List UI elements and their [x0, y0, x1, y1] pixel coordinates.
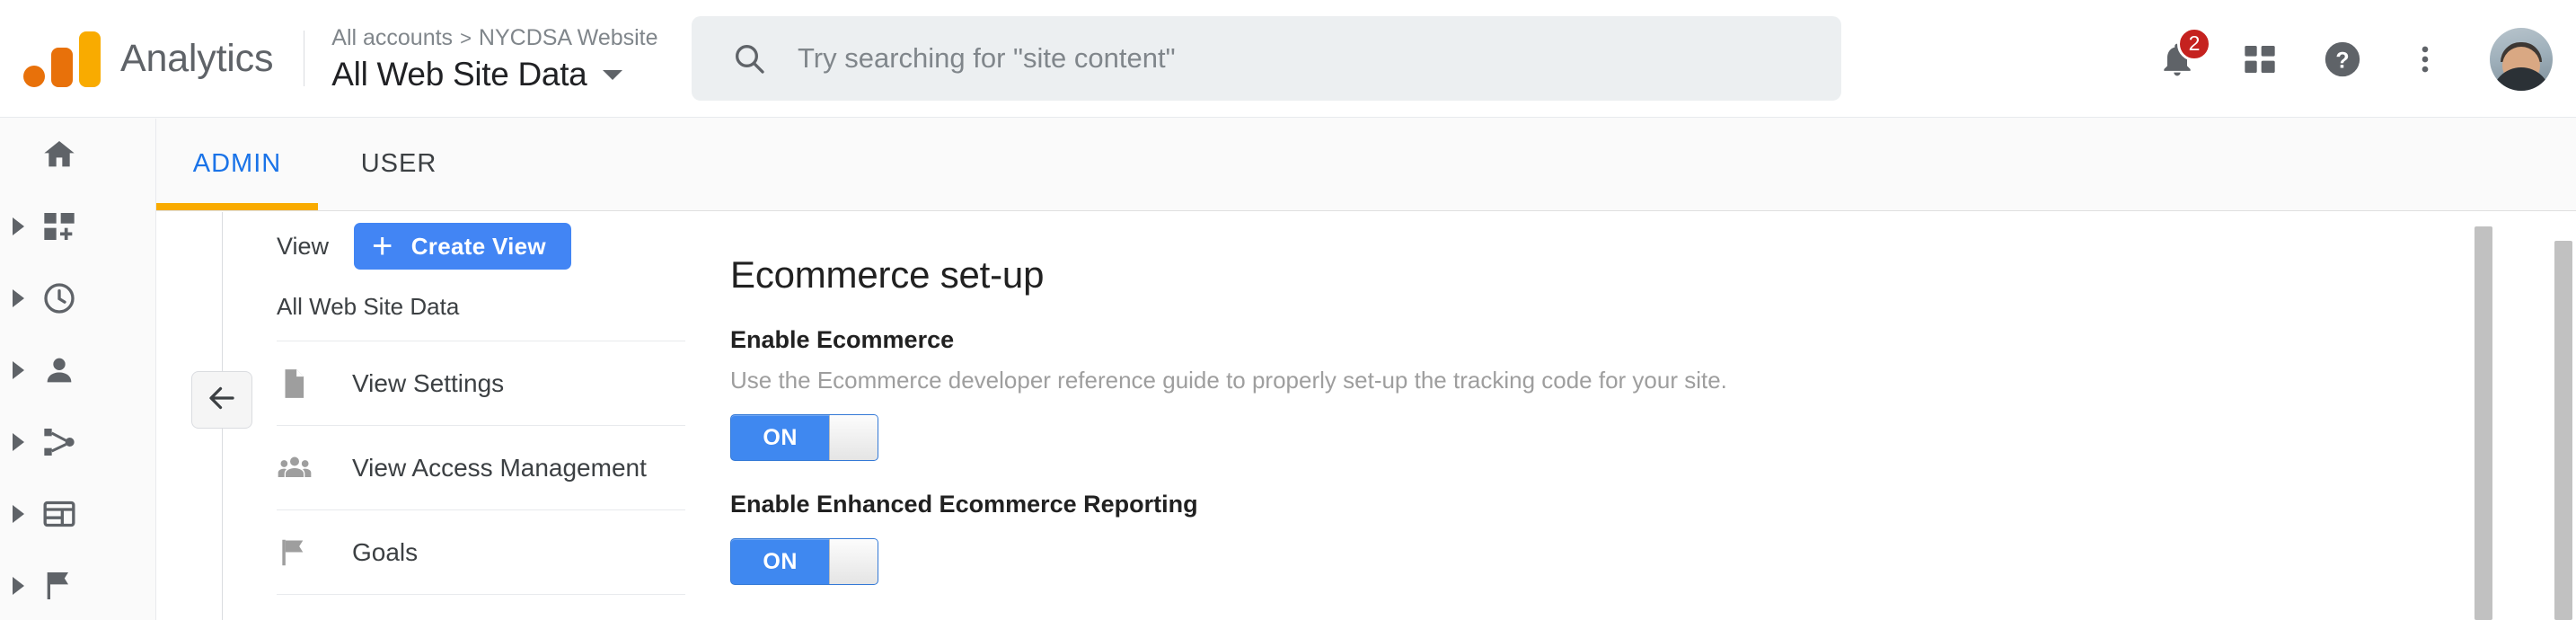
- view-menu-item-label: View Access Management: [352, 453, 647, 482]
- ecommerce-setup-content: Ecommerce set-up Enable Ecommerce Use th…: [685, 212, 2576, 620]
- search-input[interactable]: [798, 42, 1841, 75]
- conversions-flag-icon: [41, 568, 77, 604]
- behavior-window-icon: [41, 496, 77, 532]
- help-question-icon[interactable]: ?: [2301, 18, 2384, 101]
- enable-ecommerce-description: Use the Ecommerce developer reference gu…: [730, 367, 1727, 394]
- notification-badge: 2: [2177, 26, 2211, 61]
- acquisition-share-icon: [41, 424, 77, 460]
- brand-title: Analytics: [120, 36, 274, 80]
- view-menu-item-goals[interactable]: Goals: [277, 510, 685, 595]
- enable-ecommerce-toggle[interactable]: ON: [730, 414, 878, 461]
- sidebar-item-acquisition[interactable]: [0, 406, 156, 478]
- toggle-state-label: ON: [763, 424, 798, 450]
- toggle-knob[interactable]: [829, 415, 878, 460]
- expand-arrow-icon[interactable]: [13, 361, 24, 379]
- svg-text:?: ?: [2335, 48, 2349, 73]
- create-view-label: Create View: [410, 232, 546, 260]
- more-vert-icon[interactable]: [2384, 18, 2466, 101]
- toggle-knob[interactable]: [829, 539, 878, 584]
- expand-arrow-icon[interactable]: [13, 577, 24, 595]
- breadcrumb-property[interactable]: NYCDSA Website: [479, 25, 658, 50]
- sidebar-item-realtime[interactable]: [0, 262, 156, 334]
- sidebar-item-audience[interactable]: [0, 334, 156, 406]
- admin-user-tabbar: ADMIN USER: [0, 118, 2576, 211]
- selected-view-label: All Web Site Data: [277, 280, 685, 341]
- audience-person-icon: [41, 352, 77, 388]
- tab-user[interactable]: USER: [318, 118, 480, 210]
- page-scrollbar[interactable]: [2554, 241, 2572, 620]
- sidebar-item-behavior[interactable]: [0, 478, 156, 550]
- plus-icon: +: [372, 226, 393, 266]
- top-header-bar: Analytics All accounts > NYCDSA Website Al…: [0, 0, 2576, 118]
- document-icon: [277, 367, 352, 401]
- google-analytics-admin-page: Analytics All accounts > NYCDSA Website Al…: [0, 0, 2576, 620]
- notifications-bell-icon[interactable]: 2: [2136, 18, 2219, 101]
- analytics-bars-icon[interactable]: [23, 30, 101, 87]
- expand-arrow-icon[interactable]: [13, 505, 24, 523]
- expand-arrow-icon[interactable]: [13, 433, 24, 451]
- expand-arrow-icon[interactable]: [13, 217, 24, 235]
- account-selector[interactable]: All accounts > NYCDSA Website All Web Site…: [331, 23, 657, 94]
- search-bar[interactable]: [692, 16, 1841, 101]
- sidebar-item-conversions[interactable]: [0, 550, 156, 620]
- realtime-clock-icon: [41, 280, 77, 316]
- view-panel-header: View + Create View: [277, 212, 685, 280]
- enable-enhanced-ecommerce-label: Enable Enhanced Ecommerce Reporting: [730, 491, 1198, 518]
- view-column-label: View: [277, 232, 330, 260]
- breadcrumb-account[interactable]: All accounts: [331, 25, 453, 50]
- breadcrumb-separator: >: [460, 26, 472, 49]
- sidebar-item-customization[interactable]: [0, 190, 156, 262]
- tab-admin[interactable]: ADMIN: [156, 118, 318, 210]
- flag-icon: [277, 536, 352, 570]
- arrow-left-icon: [206, 382, 238, 419]
- left-nav-rail: [0, 119, 156, 620]
- avatar[interactable]: [2490, 27, 2553, 91]
- enable-enhanced-ecommerce-toggle[interactable]: ON: [730, 538, 878, 585]
- breadcrumb: All accounts > NYCDSA Website: [331, 23, 657, 53]
- expand-arrow-icon[interactable]: [13, 289, 24, 307]
- view-menu-item-label: View Settings: [352, 368, 505, 397]
- page-title: Ecommerce set-up: [730, 253, 1045, 296]
- view-menu-item-view-settings[interactable]: View Settings: [277, 341, 685, 426]
- view-menu-item-view-access-management[interactable]: View Access Management: [277, 426, 685, 510]
- people-icon: [277, 450, 352, 486]
- apps-grid-icon[interactable]: [2219, 18, 2301, 101]
- view-menu-item-label: Goals: [352, 537, 419, 566]
- toggle-state-label: ON: [763, 548, 798, 574]
- create-view-button[interactable]: + Create View: [354, 223, 571, 270]
- view-name-label: All Web Site Data: [331, 56, 587, 93]
- collapse-panel-back-button[interactable]: [191, 371, 252, 429]
- header-action-icons: 2 ?: [2136, 0, 2553, 118]
- view-panel-scrollbar[interactable]: [2475, 226, 2492, 620]
- search-icon: [731, 40, 767, 76]
- customization-icon: [41, 208, 77, 244]
- sidebar-item-home[interactable]: [0, 119, 156, 190]
- home-icon: [41, 137, 77, 173]
- chevron-down-icon[interactable]: [603, 69, 623, 80]
- enable-ecommerce-label: Enable Ecommerce: [730, 326, 955, 353]
